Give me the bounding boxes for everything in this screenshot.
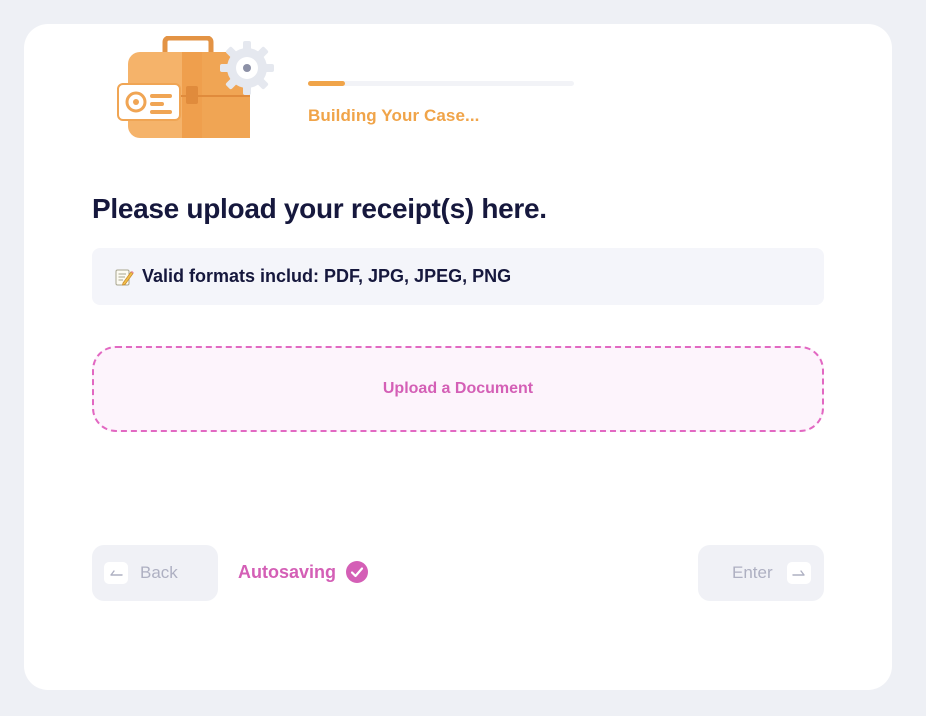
autosave-status: Autosaving bbox=[238, 561, 369, 583]
upload-document-dropzone[interactable]: Upload a Document bbox=[92, 346, 824, 432]
back-button[interactable]: Back bbox=[92, 545, 218, 601]
upload-document-label: Upload a Document bbox=[382, 380, 534, 397]
arrow-left-icon bbox=[104, 562, 128, 584]
check-circle-icon bbox=[346, 561, 369, 583]
arrow-right-icon bbox=[786, 562, 811, 584]
enter-button[interactable]: Enter bbox=[698, 545, 824, 601]
briefcase-gear-icon bbox=[117, 36, 274, 138]
question-title: Please upload your receipt(s) here. bbox=[92, 193, 547, 224]
progress-bar bbox=[308, 81, 574, 86]
format-info-text: Valid formats includ: PDF, JPG, JPEG, PN… bbox=[142, 266, 512, 286]
autosave-label: Autosaving bbox=[238, 561, 337, 582]
memo-pencil-icon bbox=[115, 269, 134, 286]
back-button-label: Back bbox=[140, 563, 178, 582]
enter-button-label: Enter bbox=[732, 563, 773, 582]
progress-bar-fill bbox=[308, 81, 346, 86]
progress-label: Building Your Case... bbox=[308, 106, 480, 125]
format-info-box: Valid formats includ: PDF, JPG, JPEG, PN… bbox=[92, 248, 824, 305]
